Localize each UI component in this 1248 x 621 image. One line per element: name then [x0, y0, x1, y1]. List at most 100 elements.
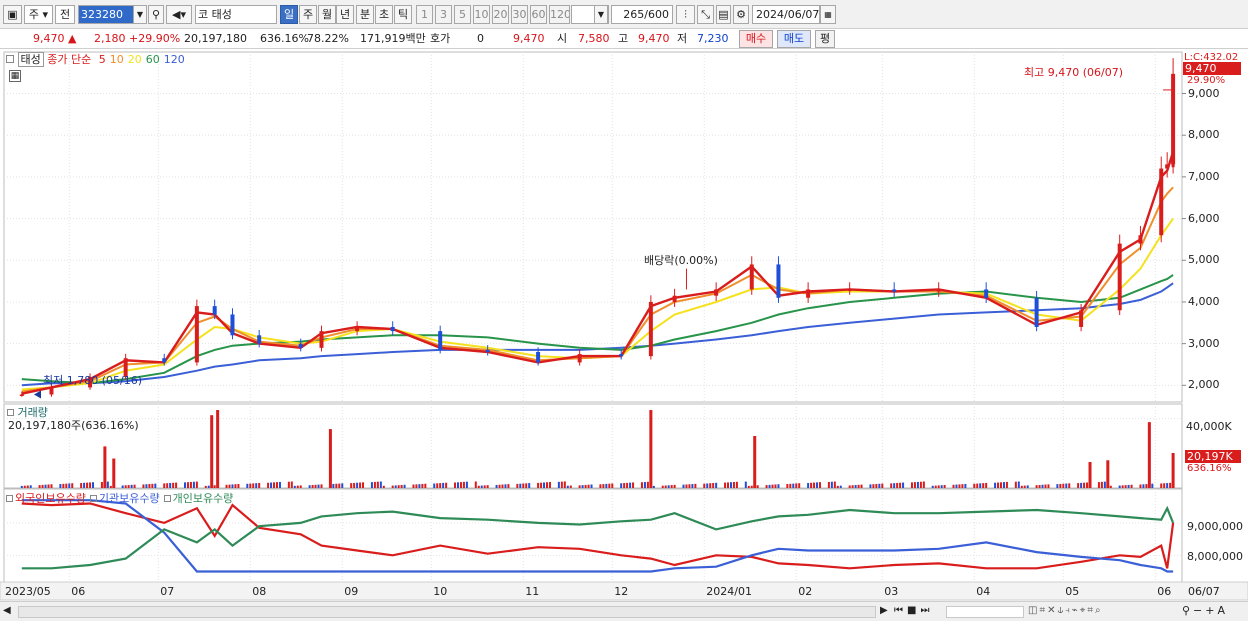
- holding-legend-0[interactable]: 외국인보유수량: [15, 492, 86, 505]
- legend-stock-name[interactable]: 태성: [17, 52, 44, 67]
- volume-bar: [1083, 482, 1086, 488]
- volume-bar: [172, 482, 175, 488]
- table-toggle-icon[interactable]: ▦: [9, 70, 21, 82]
- volume-spike-bar: [328, 429, 332, 488]
- code-dropdown-icon[interactable]: ▼: [133, 5, 147, 24]
- volume-title-text[interactable]: 거래량: [18, 406, 48, 419]
- volume-bar: [560, 481, 563, 488]
- interval-button-1[interactable]: 3: [435, 5, 452, 24]
- change-value: 2,180: [94, 32, 126, 45]
- volume-bar: [255, 483, 258, 488]
- volume-bar: [267, 482, 270, 488]
- volume-bar: [623, 483, 626, 488]
- volume-bar: [869, 484, 872, 488]
- volume-bar: [195, 481, 198, 488]
- period-tab-3[interactable]: 년: [336, 5, 354, 24]
- volume-bar: [910, 482, 913, 488]
- volume-bar: [602, 484, 605, 488]
- scroll-right-icon[interactable]: ▶: [880, 605, 888, 616]
- volume-bar: [1118, 485, 1121, 488]
- period-tab-4[interactable]: 분: [356, 5, 374, 24]
- interval-button-7[interactable]: 120: [549, 5, 570, 24]
- volume-value: 20,197,180: [184, 32, 247, 45]
- volume-ratio: 636.16%: [260, 32, 309, 45]
- period-tab-2[interactable]: 월: [318, 5, 336, 24]
- calendar-icon[interactable]: ▦: [820, 5, 836, 24]
- volume-bar: [290, 481, 293, 488]
- eval-button[interactable]: 평: [815, 30, 835, 48]
- save-icon[interactable]: ▤: [716, 5, 731, 24]
- volume-bar: [777, 484, 780, 488]
- interval-button-4[interactable]: 20: [492, 5, 509, 24]
- period-tab-5[interactable]: 초: [375, 5, 393, 24]
- gear-icon[interactable]: ⚙: [733, 5, 749, 24]
- date-tick-label: 03: [884, 585, 899, 598]
- high-value: 9,470: [638, 32, 670, 45]
- volume-bar: [359, 482, 362, 488]
- bottom-scrollbar[interactable]: ◀ ▶ ⏮■⏭ ◫⌗✕⫝⫞⌁⌖⌗⌕ ⚲−+A: [0, 601, 1248, 621]
- volume-bar: [543, 482, 546, 488]
- volume-bar: [184, 482, 187, 488]
- volume-bar: [786, 484, 789, 488]
- legend-ma-5[interactable]: 5: [99, 53, 106, 66]
- layout-icon[interactable]: ▣: [3, 5, 22, 24]
- low-label: 저: [677, 32, 688, 45]
- speaker-icon[interactable]: ◀▾: [166, 5, 192, 24]
- volume-bar: [792, 483, 795, 488]
- volume-bar: [798, 483, 801, 488]
- date-field[interactable]: 2024/06/07: [752, 5, 820, 24]
- candle-body: [536, 351, 541, 363]
- stock-name-field[interactable]: 코 태성: [195, 5, 277, 24]
- legend-ma-10[interactable]: 10: [110, 53, 124, 66]
- market-select[interactable]: 주 ▾: [24, 5, 53, 24]
- volume-bar: [765, 485, 768, 488]
- volume-bar: [465, 481, 468, 488]
- legend-ma-60[interactable]: 60: [146, 53, 160, 66]
- buy-button[interactable]: 매수: [739, 30, 773, 48]
- volume-bar: [833, 481, 836, 488]
- playback-controls[interactable]: ⏮■⏭: [894, 605, 933, 616]
- quote-bar: 9,470 ▲ 2,180 +29.90% 20,197,180 636.16%…: [0, 29, 1248, 49]
- legend-ma-120[interactable]: 120: [164, 53, 185, 66]
- holding-legend-1[interactable]: 기관보유수량: [99, 492, 160, 505]
- prev-button[interactable]: 전: [55, 5, 75, 24]
- volume-bar: [548, 482, 551, 488]
- period-tab-6[interactable]: 틱: [394, 5, 412, 24]
- volume-bar: [382, 485, 385, 488]
- scroll-track[interactable]: [18, 606, 876, 618]
- date-tick-label: 11: [525, 585, 540, 598]
- interval-button-6[interactable]: 60: [530, 5, 547, 24]
- market-label: 주: [28, 8, 40, 21]
- scroll-left-icon[interactable]: ◀: [3, 605, 11, 616]
- volume-bar: [314, 484, 317, 488]
- period-tab-1[interactable]: 주: [299, 5, 317, 24]
- interval-button-5[interactable]: 30: [511, 5, 528, 24]
- volume-bar: [537, 482, 540, 488]
- tools-icon[interactable]: ⤡: [697, 5, 714, 24]
- volume-bar: [207, 485, 210, 488]
- holding-legend-2[interactable]: 개인보유수량: [173, 492, 234, 505]
- search-icon[interactable]: ⚲: [148, 5, 164, 24]
- volume-bar: [854, 485, 857, 488]
- interval-button-2[interactable]: 5: [454, 5, 471, 24]
- volume-bar: [296, 485, 299, 488]
- legend-ma-20[interactable]: 20: [128, 53, 142, 66]
- low-value: 7,230: [697, 32, 729, 45]
- interval-button-3[interactable]: 10: [473, 5, 490, 24]
- sell-button[interactable]: 매도: [777, 30, 811, 48]
- volume-bar: [397, 485, 400, 488]
- candle-body: [49, 387, 54, 395]
- interval-button-0[interactable]: 1: [416, 5, 433, 24]
- zoom-controls[interactable]: ⚲−+A: [1182, 604, 1228, 617]
- period-tab-0[interactable]: 일: [280, 5, 298, 24]
- volume-bar: [1047, 484, 1050, 488]
- volume-bar: [287, 481, 290, 488]
- volume-bar: [1035, 485, 1038, 488]
- count-field[interactable]: 265/600: [611, 5, 673, 24]
- interval-dropdown-icon[interactable]: ▼: [594, 5, 608, 24]
- stock-code-input[interactable]: 323280: [78, 5, 134, 24]
- chart-tools-icons[interactable]: ◫⌗✕⫝⫞⌁⌖⌗⌕: [1028, 605, 1103, 616]
- volume-bar: [795, 483, 798, 488]
- zoom-slider[interactable]: [946, 606, 1024, 618]
- candle-icon[interactable]: ⫶: [676, 5, 695, 24]
